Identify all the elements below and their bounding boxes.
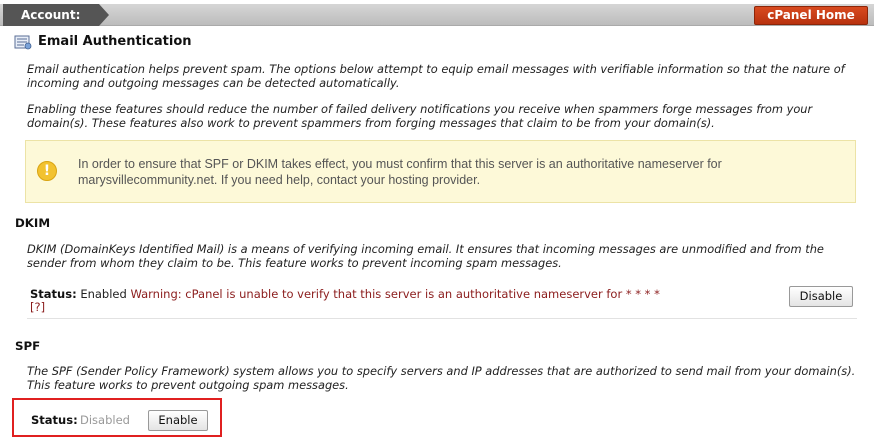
exclamation-icon: ! [37, 161, 57, 181]
spf-status-value: Disabled [80, 413, 130, 427]
section-divider [27, 318, 857, 319]
cpanel-home-button[interactable]: cPanel Home [754, 6, 868, 25]
top-bar: Account: cPanel Home [0, 4, 874, 26]
page-title: Email Authentication [38, 34, 192, 49]
dkim-status-label: Status: [30, 287, 77, 301]
nameserver-warning-box: ! In order to ensure that SPF or DKIM ta… [25, 140, 856, 203]
breadcrumb-account[interactable]: Account: [3, 4, 109, 26]
dkim-status-value: Enabled [80, 287, 127, 301]
spf-title: SPF [15, 339, 41, 353]
dkim-nameserver-warning: Warning: cPanel is unable to verify that… [130, 287, 660, 301]
spf-description: The SPF (Sender Policy Framework) system… [27, 364, 856, 392]
spf-enable-button[interactable]: Enable [148, 410, 208, 431]
intro-paragraph-2: Enabling these features should reduce th… [27, 102, 813, 130]
dkim-status-row: Status: Enabled Warning: cPanel is unabl… [30, 287, 850, 301]
dkim-help-link[interactable]: [?] [30, 300, 45, 314]
email-auth-icon [14, 35, 32, 50]
dkim-description: DKIM (DomainKeys Identified Mail) is a m… [27, 242, 824, 270]
nameserver-warning-text: In order to ensure that SPF or DKIM take… [78, 157, 722, 187]
dkim-title: DKIM [15, 216, 51, 230]
spf-status-label: Status: [31, 413, 78, 427]
dkim-disable-button[interactable]: Disable [789, 286, 853, 307]
intro-paragraph-1: Email authentication helps prevent spam.… [27, 62, 845, 90]
